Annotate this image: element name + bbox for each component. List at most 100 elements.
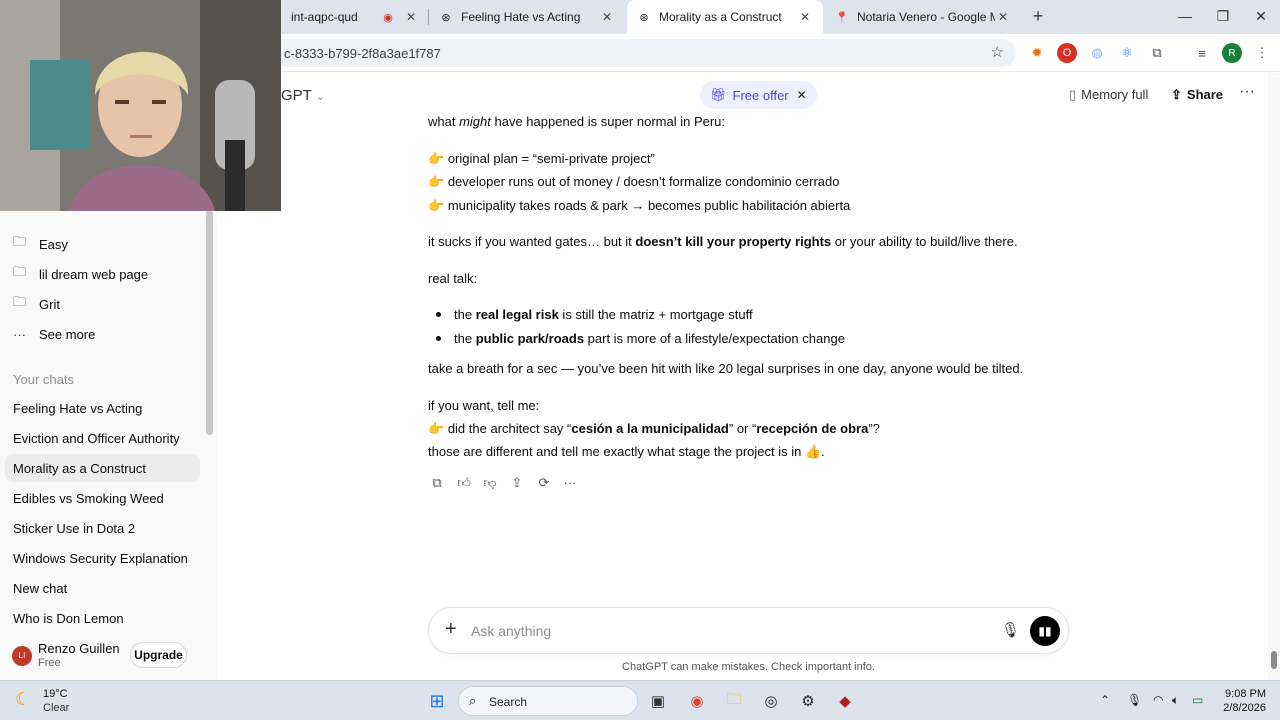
user-account[interactable]: LI Renzo Guillen Free Upgrade (0, 636, 217, 680)
task-view-icon[interactable]: ▣ (646, 689, 670, 713)
chatgpt-icon: ⊛ (441, 11, 451, 24)
close-icon[interactable]: ✕ (403, 10, 419, 24)
sidebar-scrollbar[interactable] (206, 210, 213, 435)
restore-button[interactable]: ❐ (1204, 0, 1242, 34)
battery-icon[interactable]: ▭ (1192, 693, 1203, 707)
close-window-button[interactable]: ✕ (1242, 0, 1280, 34)
profile-avatar[interactable]: R (1222, 43, 1242, 63)
microphone-icon[interactable]: 🎙︎ (1127, 693, 1142, 707)
sidebar-project-grit[interactable]: 🗀 Grit (0, 290, 200, 318)
prompt-input[interactable] (471, 621, 991, 641)
browser-tab[interactable]: ⊛ Feeling Hate vs Acting ✕ (429, 0, 625, 34)
chevron-up-icon[interactable]: ⌃ (1100, 693, 1110, 707)
user-name: Renzo Guillen (38, 641, 120, 656)
chat-item[interactable]: New chat (5, 574, 200, 602)
chat-item[interactable]: Sticker Use in Dota 2 (5, 514, 200, 542)
more-icon[interactable]: ··· (561, 475, 579, 493)
browser-tab-active[interactable]: ⊛ Morality as a Construct ✕ (627, 0, 823, 34)
more-icon: ··· (13, 326, 26, 342)
free-offer-banner[interactable]: 🎁︎ Free offer ✕ (700, 81, 817, 109)
browser-tab[interactable]: 📍 Notaria Venero - Google Maps ✕ (825, 0, 1021, 34)
voice-mode-button[interactable]: ▮▮ (1030, 616, 1060, 646)
user-plan: Free (38, 657, 61, 669)
copy-icon[interactable]: ⧉ (428, 475, 446, 493)
browser-menu-icon[interactable]: ⋮ (1252, 43, 1272, 63)
steam-icon[interactable]: ⚙ (796, 689, 820, 713)
minimize-button[interactable]: — (1166, 0, 1204, 34)
pointing-hand-icon: 👉 (428, 198, 445, 213)
windows-taskbar: ☾ 19°C Clear ⊞ ⌕ Search ▣ ◉ 🗀 ◎ ⚙ ◆ ⌃ 🎙︎… (0, 680, 1280, 720)
clock-date[interactable]: 2/8/2026 (1216, 702, 1266, 714)
memory-label: Memory full (1081, 87, 1149, 102)
opera-extension-icon[interactable]: O (1057, 43, 1077, 63)
media-control-icon[interactable]: ≡ (1192, 43, 1212, 63)
close-icon[interactable]: ✕ (797, 88, 807, 102)
volume-icon[interactable]: 🔈︎ (1172, 693, 1179, 708)
microphone-icon[interactable]: 🎙︎ (1001, 621, 1020, 639)
your-chats-heading: Your chats (13, 372, 74, 387)
pointing-hand-icon: 👉 (428, 174, 445, 189)
wifi-icon[interactable]: ◠ (1153, 693, 1163, 707)
browser-tab[interactable]: int-aqpc-qud ◉ ✕ (281, 0, 429, 34)
message-paragraph: if you want, tell me: (428, 398, 540, 413)
address-bar[interactable]: c-8333-b799-2f8a3ae1f787 ☆ (270, 39, 1016, 67)
chat-item[interactable]: Windows Security Explanation (5, 544, 200, 572)
chatgpt-icon: ⊛ (639, 11, 649, 24)
close-icon[interactable]: ✕ (599, 10, 615, 24)
page-scrollbar[interactable] (1268, 73, 1280, 680)
taskbar-search[interactable]: ⌕ Search (458, 686, 638, 716)
bullet-dot (436, 312, 441, 317)
sidebar-see-more[interactable]: ··· See more (0, 320, 200, 348)
upgrade-button[interactable]: Upgrade (130, 642, 187, 668)
chat-item[interactable]: Eviction and Officer Authority (5, 424, 200, 452)
weather-temp: 19°C (43, 688, 68, 700)
message-point: 👉 developer runs out of money / doesn’t … (428, 174, 840, 189)
tab-label: Feeling Hate vs Acting (461, 10, 581, 24)
react-devtools-icon[interactable]: ⚛ (1117, 43, 1137, 63)
close-icon[interactable]: ✕ (995, 10, 1011, 24)
message-bullet: the real legal risk is still the matriz … (454, 307, 753, 322)
file-explorer-icon[interactable]: 🗀 (722, 689, 746, 713)
chrome-icon[interactable]: ◉ (685, 689, 709, 713)
model-selector[interactable]: GPT ⌄ (281, 87, 325, 104)
obs-icon[interactable]: ◎ (759, 689, 783, 713)
message-point: 👉 original plan = “semi-private project” (428, 151, 655, 166)
folder-icon: 🗀 (13, 234, 27, 249)
scrollbar-thumb[interactable] (1271, 651, 1277, 669)
folder-icon: 🗀 (13, 294, 27, 309)
tab-label: Morality as a Construct (659, 10, 782, 24)
regenerate-icon[interactable]: ⟳ (535, 475, 553, 493)
close-icon[interactable]: ✕ (797, 10, 813, 24)
add-attachment-button[interactable]: + (445, 618, 457, 641)
extension-icon[interactable]: ✹ (1027, 43, 1047, 63)
chat-item[interactable]: Who is Don Lemon (5, 604, 200, 632)
more-options-icon[interactable]: ··· (1239, 83, 1255, 101)
sidebar-project-easy[interactable]: 🗀 Easy (0, 230, 200, 258)
chat-item[interactable]: Feeling Hate vs Acting (5, 394, 200, 422)
search-extension-icon[interactable]: ◍ (1087, 43, 1107, 63)
model-name: GPT (281, 87, 312, 104)
clock-time[interactable]: 9:08 PM (1222, 688, 1266, 700)
tab-label: int-aqpc-qud (291, 10, 358, 24)
maps-pin-icon: 📍 (835, 11, 849, 24)
memory-full-indicator[interactable]: ▯ Memory full (1069, 87, 1148, 103)
start-button[interactable]: ⊞ (425, 689, 449, 713)
share-label: Share (1186, 87, 1224, 102)
bookmark-star-icon[interactable]: ☆ (991, 43, 1004, 61)
chevron-down-icon: ⌄ (315, 91, 325, 103)
message-point: 👉 municipality takes roads & park → beco… (428, 198, 851, 213)
extensions-puzzle-icon[interactable]: ⧉ (1147, 43, 1167, 63)
conversation-header: GPT ⌄ 🎁︎ Free offer ✕ ▯ Memory full ⇪ Shar… (281, 73, 1266, 117)
sidebar-project-dream-web-page[interactable]: 🗀 lil dream web page (0, 260, 200, 288)
gift-icon: 🎁︎ (710, 87, 727, 102)
weather-moon-icon[interactable]: ☾ (15, 689, 31, 710)
share-icon[interactable]: ⇪ (508, 475, 526, 493)
thumbs-down-icon[interactable]: 👎︎ (481, 475, 499, 493)
dota-icon[interactable]: ◆ (833, 689, 857, 713)
share-button[interactable]: ⇪ Share (1171, 87, 1223, 103)
thumbs-up-icon[interactable]: 👍︎ (455, 475, 473, 493)
new-tab-button[interactable]: + (1028, 6, 1048, 26)
chat-item-active[interactable]: Morality as a Construct (5, 454, 200, 482)
chat-item[interactable]: Edibles vs Smoking Weed (5, 484, 200, 512)
bullet-dot (436, 336, 441, 341)
